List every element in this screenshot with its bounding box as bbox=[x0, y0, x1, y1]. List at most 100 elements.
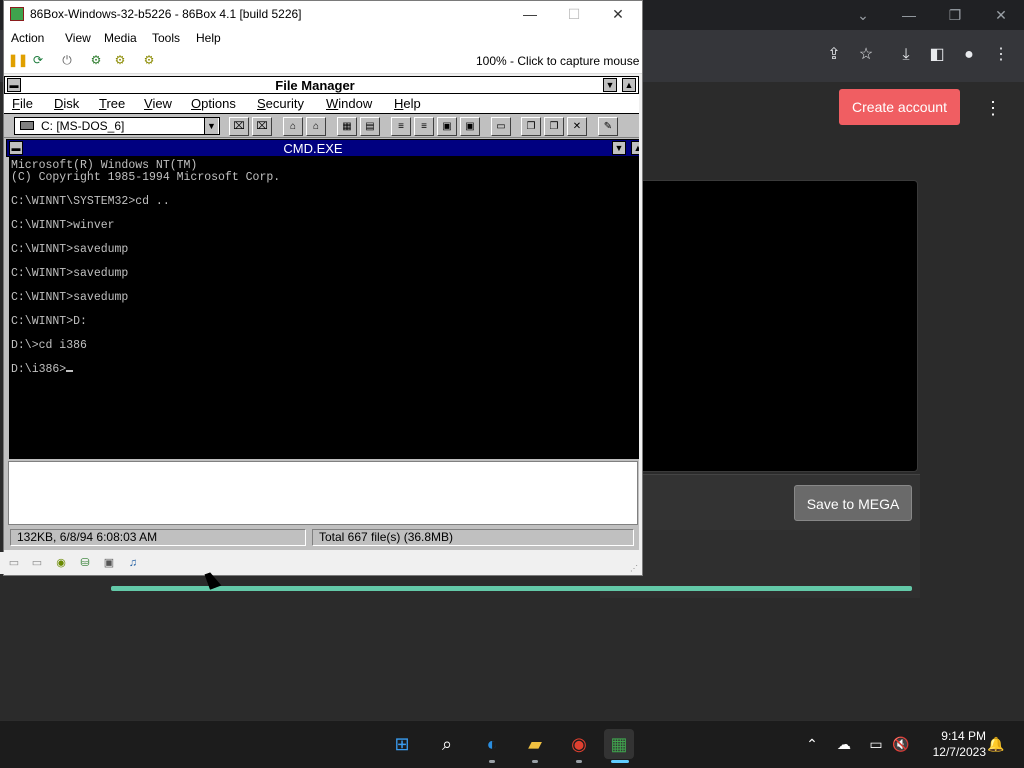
side-panel-icon[interactable]: ◧ bbox=[926, 44, 948, 66]
delete-icon[interactable]: ✕ bbox=[567, 117, 587, 136]
console-line: C:\WINNT>savedump bbox=[11, 243, 129, 256]
stop-sharing-icon[interactable]: ⌂ bbox=[306, 117, 326, 136]
text-cursor bbox=[66, 370, 74, 372]
preview-panel bbox=[600, 180, 918, 472]
maximize-arrow-icon[interactable]: ▲ bbox=[622, 78, 636, 92]
sort-by-name-icon[interactable]: ≡ bbox=[391, 117, 411, 136]
new-window-icon[interactable]: ▭ bbox=[491, 117, 511, 136]
network-icon[interactable]: ▣ bbox=[101, 556, 117, 570]
power-icon[interactable]: ⏻ bbox=[59, 52, 75, 68]
fm-menu-tree[interactable]: Tree bbox=[99, 96, 125, 111]
console-prompt: D:\i386> bbox=[11, 363, 67, 376]
fm-menu-disk[interactable]: Disk bbox=[54, 96, 79, 111]
maximize-icon[interactable]: ☐ bbox=[552, 3, 596, 25]
close-icon[interactable]: ✕ bbox=[596, 3, 640, 25]
floppy-b-icon[interactable]: ▭ bbox=[29, 556, 45, 570]
minimize-arrow-icon[interactable]: ▼ bbox=[612, 141, 626, 155]
menu-label: indow bbox=[338, 96, 373, 111]
emulator-menubar: Action View Media Tools Help bbox=[4, 28, 642, 48]
ctrl-alt-del-icon[interactable]: ⚙ bbox=[112, 52, 128, 68]
menu-view[interactable]: View bbox=[65, 31, 91, 45]
resize-grip-icon[interactable]: ⋰ bbox=[630, 564, 638, 573]
chevron-down-icon[interactable]: ⌄ bbox=[851, 4, 875, 26]
close-icon[interactable]: ✕ bbox=[989, 4, 1013, 26]
console-line: C:\WINNT>D: bbox=[11, 315, 87, 328]
console-line: (C) Copyright 1985-1994 Microsoft Corp. bbox=[11, 171, 281, 184]
clock-time[interactable]: 9:14 PM bbox=[926, 729, 986, 743]
notification-bell-icon[interactable]: 🔔 bbox=[986, 734, 1006, 754]
config-icon[interactable]: ⚙ bbox=[141, 52, 157, 68]
clock-date[interactable]: 12/7/2023 bbox=[920, 745, 986, 759]
windows-start-icon[interactable]: ⊞ bbox=[387, 729, 417, 759]
sort-by-type-icon[interactable]: ≡ bbox=[414, 117, 434, 136]
save-to-mega-button[interactable]: Save to MEGA bbox=[794, 485, 912, 521]
move-icon[interactable]: ❐ bbox=[544, 117, 564, 136]
menu-label: ptions bbox=[201, 96, 236, 111]
chrome-icon[interactable]: ◉ bbox=[564, 729, 594, 759]
onedrive-icon[interactable]: ☁ bbox=[834, 734, 854, 754]
settings-gear-icon[interactable]: ⚙ bbox=[88, 52, 104, 68]
status-total: Total 667 file(s) (36.8MB) bbox=[312, 529, 634, 546]
menu-media[interactable]: Media bbox=[104, 31, 137, 45]
fm-menu-options[interactable]: Options bbox=[191, 96, 236, 111]
86box-icon[interactable]: ▦ bbox=[604, 729, 634, 759]
view-small-icon[interactable]: ▤ bbox=[360, 117, 380, 136]
emulated-screen[interactable]: ▬ File Manager ▼ ▲ File Disk Tree View O… bbox=[4, 76, 639, 550]
running-indicator bbox=[532, 760, 538, 763]
properties-icon[interactable]: ✎ bbox=[598, 117, 618, 136]
menu-help[interactable]: Help bbox=[196, 31, 221, 45]
menu-action[interactable]: Action bbox=[11, 31, 44, 45]
chevron-up-icon[interactable]: ⌃ bbox=[802, 734, 822, 754]
menu-tools[interactable]: Tools bbox=[152, 31, 180, 45]
fm-menu-view[interactable]: View bbox=[144, 96, 172, 111]
connect-drive-icon[interactable]: ⌧ bbox=[229, 117, 249, 136]
active-indicator bbox=[611, 760, 629, 763]
menu-label: ile bbox=[19, 96, 33, 111]
minimize-icon[interactable]: — bbox=[897, 4, 921, 26]
fm-menu-help[interactable]: Help bbox=[394, 96, 421, 111]
floppy-icon[interactable]: ▭ bbox=[6, 556, 22, 570]
drive-label: C: [MS-DOS_6] bbox=[41, 119, 125, 133]
restore-icon[interactable]: ❐ bbox=[943, 4, 967, 26]
copy-icon[interactable]: ❐ bbox=[521, 117, 541, 136]
sound-icon[interactable]: ♫ bbox=[125, 556, 141, 570]
minimize-arrow-icon[interactable]: ▼ bbox=[603, 78, 617, 92]
search-icon[interactable]: ⌕ bbox=[432, 729, 462, 759]
menu-accelerator: F bbox=[12, 96, 20, 111]
pause-icon[interactable]: ❚❚ bbox=[8, 52, 28, 68]
speaker-muted-icon[interactable]: 🔇 bbox=[891, 734, 911, 754]
cdrom-icon[interactable]: ◉ bbox=[53, 556, 69, 570]
profile-icon[interactable]: ● bbox=[958, 44, 980, 66]
share-as-icon[interactable]: ⌂ bbox=[283, 117, 303, 136]
hard-disk-icon[interactable]: ⛁ bbox=[77, 556, 93, 570]
network-tray-icon[interactable]: ▭ bbox=[866, 734, 886, 754]
file-explorer-icon[interactable]: ▰ bbox=[520, 729, 550, 759]
file-manager-title: File Manager bbox=[275, 78, 355, 93]
file-list-pane[interactable] bbox=[8, 461, 638, 525]
reset-icon[interactable]: ⟳ bbox=[30, 52, 46, 68]
minimize-icon[interactable]: — bbox=[508, 3, 552, 25]
emulator-statusbar bbox=[0, 552, 638, 574]
download-icon[interactable]: ⤓ bbox=[895, 44, 917, 66]
browser-menu-icon[interactable]: ⋮ bbox=[990, 44, 1012, 66]
progress-fill bbox=[111, 586, 912, 591]
fm-menu-file[interactable]: File bbox=[12, 96, 33, 111]
capture-mouse-hint[interactable]: 100% - Click to capture mouse bbox=[476, 54, 639, 68]
drive-icon bbox=[20, 121, 34, 130]
more-options-icon[interactable]: ⋮ bbox=[984, 96, 1002, 120]
fm-menu-security[interactable]: Security bbox=[257, 96, 304, 111]
view-large-icon[interactable]: ▦ bbox=[337, 117, 357, 136]
sort-by-date-icon[interactable]: ▣ bbox=[460, 117, 480, 136]
fm-menu-window[interactable]: Window bbox=[326, 96, 372, 111]
edge-beta-icon[interactable]: ◐ bbox=[477, 729, 507, 759]
share-icon[interactable]: ⇪ bbox=[823, 44, 845, 66]
maximize-arrow-icon[interactable]: ▲ bbox=[631, 141, 639, 155]
cmd-console[interactable]: Microsoft(R) Windows NT(TM) (C) Copyrigh… bbox=[9, 157, 639, 459]
drive-selector[interactable]: C: [MS-DOS_6] bbox=[14, 117, 220, 135]
menu-label: ree bbox=[106, 96, 126, 111]
create-account-button[interactable]: Create account bbox=[839, 89, 960, 125]
sort-by-size-icon[interactable]: ▣ bbox=[437, 117, 457, 136]
dropdown-arrow-icon[interactable]: ▼ bbox=[204, 118, 218, 134]
star-icon[interactable]: ☆ bbox=[855, 44, 877, 66]
disconnect-drive-icon[interactable]: ⌧ bbox=[252, 117, 272, 136]
